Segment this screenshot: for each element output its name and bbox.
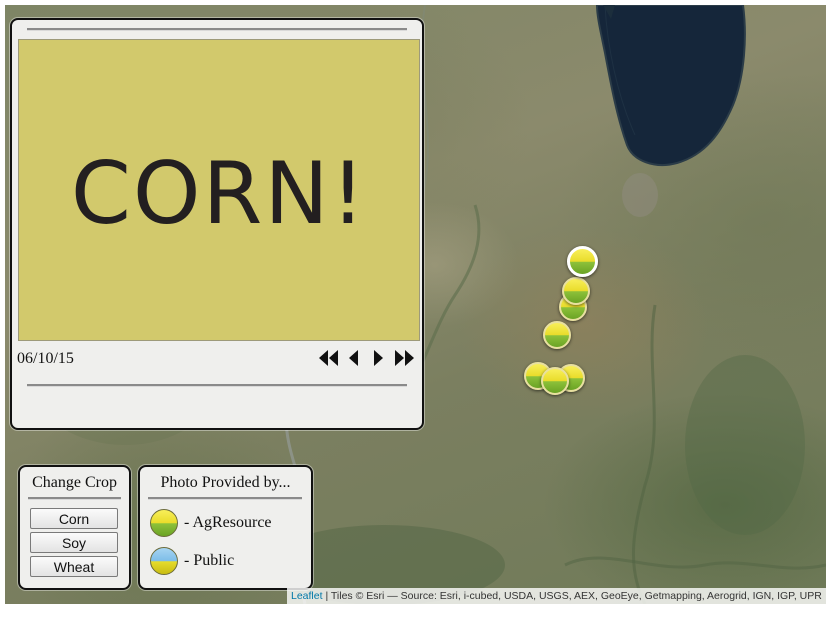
change-crop-title: Change Crop xyxy=(32,474,117,491)
selected-photo-marker[interactable] xyxy=(567,246,598,277)
legend-label: - Public xyxy=(184,552,235,569)
attribution-text: | Tiles © Esri — Source: Esri, i-cubed, … xyxy=(322,590,822,602)
first-icon xyxy=(319,350,338,366)
photo-marker[interactable] xyxy=(541,367,569,395)
lake-michigan xyxy=(595,5,746,166)
photo-provider-legend: Photo Provided by... - AgResource - Publ… xyxy=(138,465,313,590)
photo-date: 06/10/15 xyxy=(17,350,74,367)
photo-marker[interactable] xyxy=(543,321,571,349)
corn-button[interactable]: Corn xyxy=(30,508,118,529)
photo-marker[interactable] xyxy=(562,277,590,305)
crop-photo-text: CORN! xyxy=(70,144,368,244)
last-photo-button[interactable] xyxy=(394,348,416,368)
divider xyxy=(28,497,121,500)
previous-photo-button[interactable] xyxy=(348,348,360,368)
crop-photo[interactable]: CORN! xyxy=(18,39,420,341)
divider xyxy=(27,384,407,387)
next-icon xyxy=(374,350,383,366)
wheat-button[interactable]: Wheat xyxy=(30,556,118,577)
divider xyxy=(148,497,302,500)
first-photo-button[interactable] xyxy=(318,348,340,368)
legend-item-public: - Public xyxy=(150,547,234,575)
photo-viewer-panel: CORN! 06/10/15 xyxy=(10,18,424,430)
next-photo-button[interactable] xyxy=(372,348,384,368)
soy-button[interactable]: Soy xyxy=(30,532,118,553)
change-crop-panel: Change Crop Corn Soy Wheat xyxy=(18,465,131,590)
legend-title: Photo Provided by... xyxy=(160,474,291,491)
leaflet-link[interactable]: Leaflet xyxy=(291,590,323,602)
prev-icon xyxy=(349,350,358,366)
map-attribution: Leaflet | Tiles © Esri — Source: Esri, i… xyxy=(287,588,826,604)
agresource-marker-icon xyxy=(150,509,178,537)
legend-label: - AgResource xyxy=(184,514,272,531)
last-icon xyxy=(395,350,414,366)
legend-item-agresource: - AgResource xyxy=(150,509,272,537)
divider xyxy=(27,28,407,31)
public-marker-icon xyxy=(150,547,178,575)
